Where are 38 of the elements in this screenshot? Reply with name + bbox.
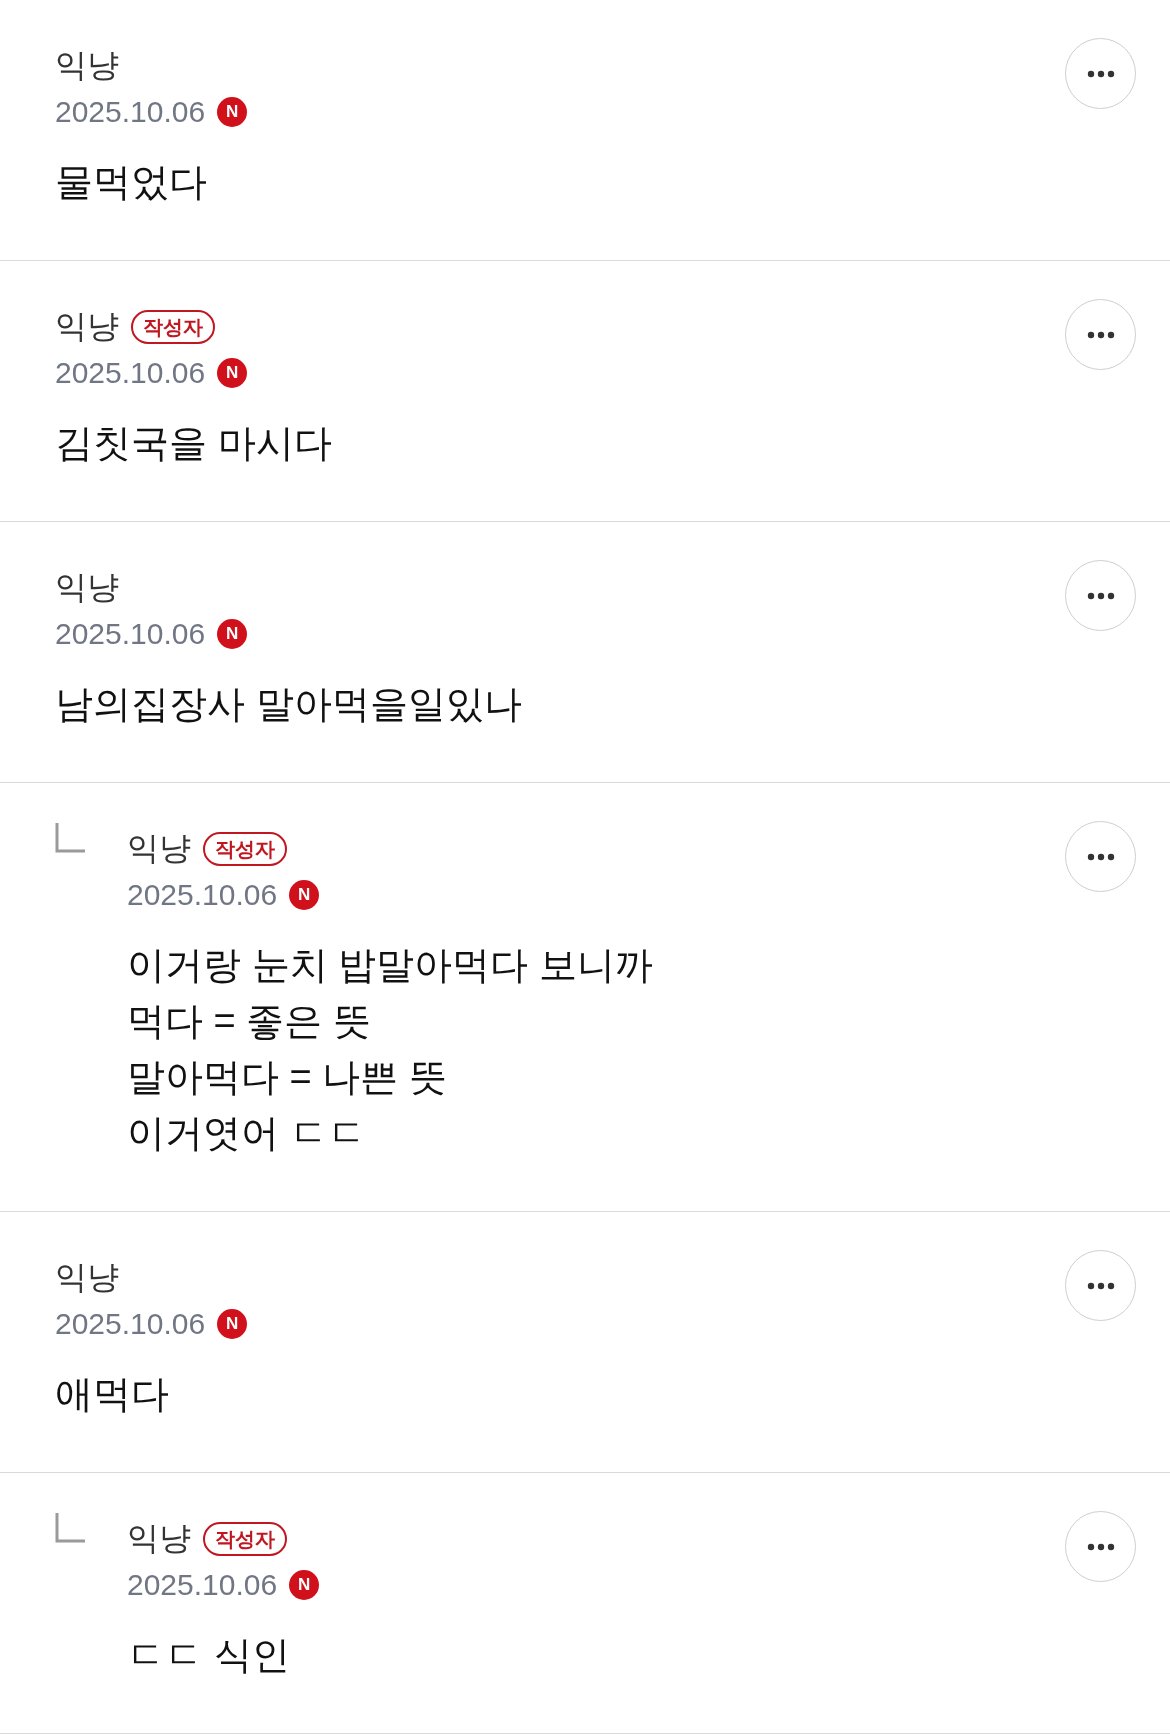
new-badge: N — [289, 1570, 320, 1600]
comment-text: 말아먹다 = 나쁜 뜻 — [127, 1055, 448, 1100]
comment-text: ㄷㄷ 식인 — [127, 1633, 291, 1678]
author-name: 익냥 — [127, 1519, 191, 1558]
comment-date: 2025.10.06 — [55, 617, 206, 651]
comment-date: 2025.10.06 — [55, 1307, 206, 1341]
more-icon — [1086, 69, 1115, 78]
comment-text: 김칫국을 마시다 — [55, 421, 333, 466]
author-badge: 작성자 — [203, 832, 287, 866]
author-badge: 작성자 — [203, 1522, 287, 1556]
author-name: 익냥 — [127, 829, 191, 868]
author-name: 익냥 — [55, 1258, 119, 1297]
comment-date: 2025.10.06 — [55, 356, 206, 390]
comment-date: 2025.10.06 — [127, 1568, 278, 1602]
more-icon — [1086, 852, 1115, 861]
comment-text: 먹다 = 좋은 뜻 — [127, 999, 372, 1044]
more-icon — [1086, 1542, 1115, 1551]
author-badge: 작성자 — [131, 310, 215, 344]
author-name: 익냥 — [55, 307, 119, 346]
comment-text: 이거랑 눈치 밥말아먹다 보니까 — [127, 943, 654, 988]
new-badge: N — [217, 1309, 248, 1339]
comment-text: 물먹었다 — [55, 160, 208, 205]
reply-icon — [55, 1513, 85, 1543]
new-badge: N — [289, 880, 320, 910]
new-badge: N — [217, 358, 248, 388]
reply-icon — [55, 823, 85, 853]
more-icon — [1086, 330, 1115, 339]
author-name: 익냥 — [55, 46, 119, 85]
author-name: 익냥 — [55, 568, 119, 607]
comment-text: 애먹다 — [55, 1372, 170, 1417]
comment-date: 2025.10.06 — [127, 878, 278, 912]
comment-text: 이거엿어 ㄷㄷ — [127, 1111, 367, 1156]
more-icon — [1086, 1281, 1115, 1290]
comment-text: 남의집장사 말아먹을일있나 — [55, 682, 523, 727]
more-icon — [1086, 591, 1115, 600]
new-badge: N — [217, 97, 248, 127]
comment-date: 2025.10.06 — [55, 95, 206, 129]
new-badge: N — [217, 619, 248, 649]
